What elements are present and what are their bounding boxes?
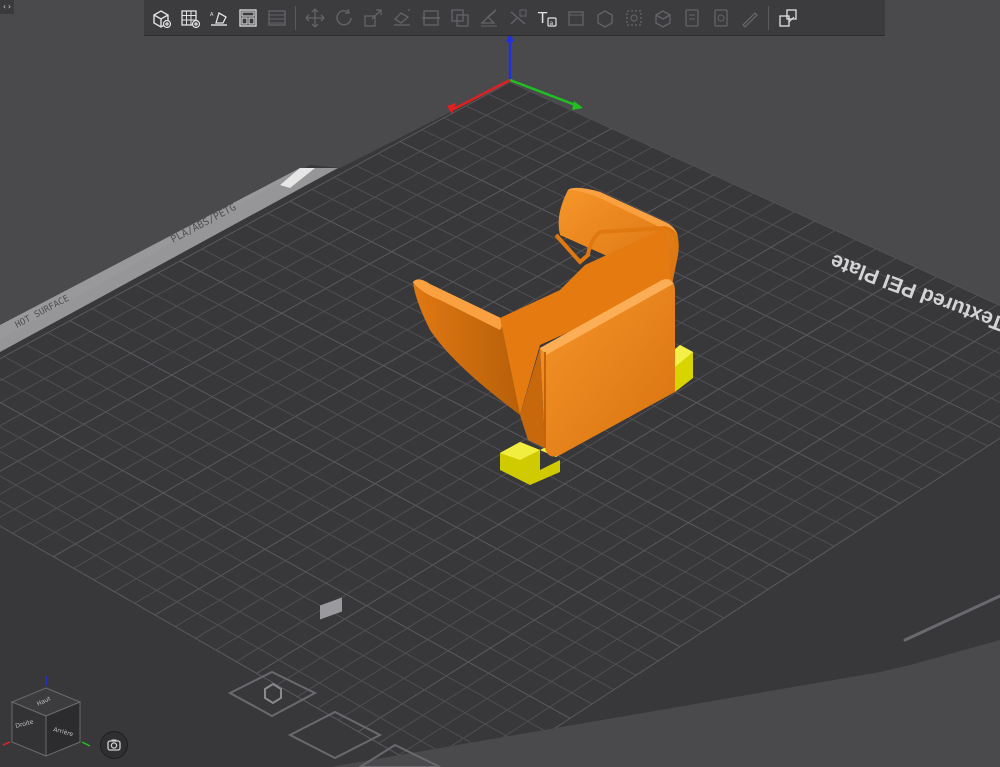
arrange-button[interactable] bbox=[234, 4, 261, 31]
lay-on-face-icon bbox=[393, 8, 410, 26]
add-object-button[interactable] bbox=[147, 4, 174, 31]
svg-text:A: A bbox=[210, 12, 214, 18]
add-plate-button[interactable] bbox=[176, 4, 203, 31]
reset-view-button[interactable] bbox=[100, 731, 128, 759]
emboss-button bbox=[649, 4, 676, 31]
build-plate bbox=[0, 82, 1000, 767]
emboss-icon bbox=[654, 9, 671, 28]
assembly-icon bbox=[596, 9, 613, 28]
svg-text:T: T bbox=[537, 9, 548, 27]
view-explode-icon bbox=[778, 8, 797, 27]
camera-icon bbox=[107, 739, 121, 751]
toolbar-separator bbox=[295, 5, 296, 30]
variable-layer-button bbox=[620, 4, 647, 31]
brim-ears-icon bbox=[713, 8, 728, 27]
measure-button bbox=[562, 4, 589, 31]
rotate-icon bbox=[335, 8, 352, 25]
view-explode-button[interactable] bbox=[774, 4, 801, 31]
support-paint-button bbox=[475, 4, 502, 31]
brim-ears-button bbox=[707, 4, 734, 31]
scale-icon bbox=[363, 8, 382, 27]
split-plates-button bbox=[263, 4, 290, 31]
auto-orient-icon: A bbox=[210, 12, 227, 26]
lay-on-face-button bbox=[388, 4, 415, 31]
text-button[interactable]: Ta bbox=[533, 4, 560, 31]
svg-button bbox=[678, 4, 705, 31]
collapse-sidebar-button[interactable]: ‹› bbox=[0, 0, 14, 14]
svg-text:a: a bbox=[549, 20, 553, 27]
mesh-boolean-button bbox=[446, 4, 473, 31]
split-plates-icon bbox=[267, 9, 286, 26]
add-plate-icon bbox=[180, 9, 200, 28]
measure-icon bbox=[567, 10, 584, 26]
mesh-boolean-icon bbox=[450, 8, 469, 27]
auto-orient-button[interactable]: A bbox=[205, 4, 232, 31]
variable-layer-icon bbox=[625, 9, 642, 26]
main-toolbar: A Ta bbox=[144, 0, 885, 36]
text-icon: Ta bbox=[537, 9, 557, 27]
paint-icon bbox=[741, 11, 758, 28]
scale-button bbox=[359, 4, 386, 31]
svg-icon bbox=[684, 8, 699, 27]
arrange-icon bbox=[238, 8, 257, 27]
assembly-button bbox=[591, 4, 618, 31]
support-paint-icon bbox=[479, 8, 497, 26]
move-button bbox=[301, 4, 328, 31]
paint-button bbox=[736, 4, 763, 31]
seam-paint-icon bbox=[510, 9, 526, 25]
seam-paint-button bbox=[504, 4, 531, 31]
toolbar-separator bbox=[768, 5, 769, 30]
cut-button bbox=[417, 4, 444, 31]
3d-viewport[interactable]: Textured PEI Plate PLA/ABS/PETG HOT SURF… bbox=[0, 0, 1000, 767]
cut-icon bbox=[421, 9, 440, 26]
add-object-icon bbox=[152, 9, 171, 28]
move-icon bbox=[305, 8, 324, 27]
rotate-button bbox=[330, 4, 357, 31]
